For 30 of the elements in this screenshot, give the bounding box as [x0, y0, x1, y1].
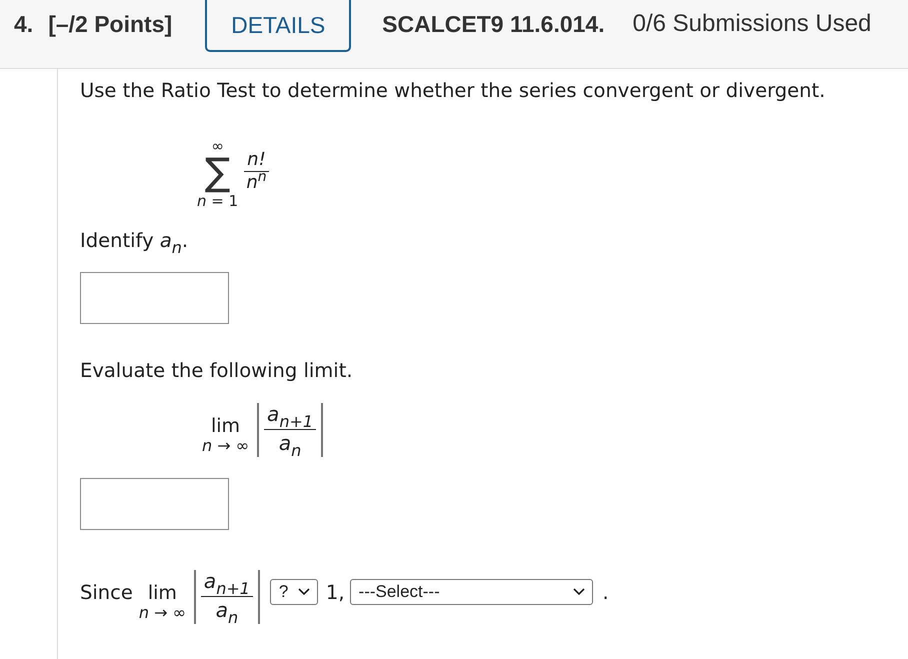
summation-upper-limit: ∞: [211, 140, 224, 152]
fraction-numerator: a$_{n+1}$: [264, 399, 316, 430]
fraction-numerator: n!: [244, 149, 269, 172]
conclusion-dropdown[interactable]: ---Select---: [350, 579, 593, 605]
comparison-dropdown[interactable]: ?: [270, 579, 318, 605]
details-button[interactable]: DETAILS: [205, 0, 352, 52]
question-number: 4.: [14, 11, 34, 37]
summation-symbol: ∑: [204, 152, 230, 192]
identify-prompt: Identify a$_{n}$.: [80, 229, 190, 252]
answer-field[interactable]: [80, 272, 229, 324]
limit-subscript: n → ∞: [202, 437, 250, 455]
fraction-numerator: a$_{n+1}$: [200, 566, 253, 597]
submissions-count: 0/6 Submissions Used: [632, 11, 872, 37]
limit-operator: lim: [148, 583, 177, 604]
summation-lower-limit: n = 1: [197, 192, 238, 210]
sentence-period: .: [602, 581, 609, 604]
fraction-denominator: a$_{n}$: [278, 430, 302, 457]
limit-prompt: Evaluate the following limit.: [80, 359, 354, 382]
answer-field[interactable]: [80, 478, 229, 530]
fraction-denominator: a$_{n}$: [214, 597, 240, 624]
points-label: [–/2 Points]: [48, 11, 172, 37]
comparison-value-label: 1,: [326, 581, 345, 604]
fraction-denominator: n$^{n}$: [245, 172, 268, 194]
limit-subscript: n → ∞: [138, 604, 186, 622]
problem-code: SCALCET9 11.6.014.: [382, 11, 605, 37]
question-prompt: Use the Ratio Test to determine whether the series convergent or divergent.: [80, 78, 826, 102]
since-label: Since: [80, 581, 133, 604]
chevron-down-icon: [572, 588, 585, 596]
limit-operator: lim: [210, 416, 240, 437]
chevron-down-icon: [298, 588, 310, 596]
